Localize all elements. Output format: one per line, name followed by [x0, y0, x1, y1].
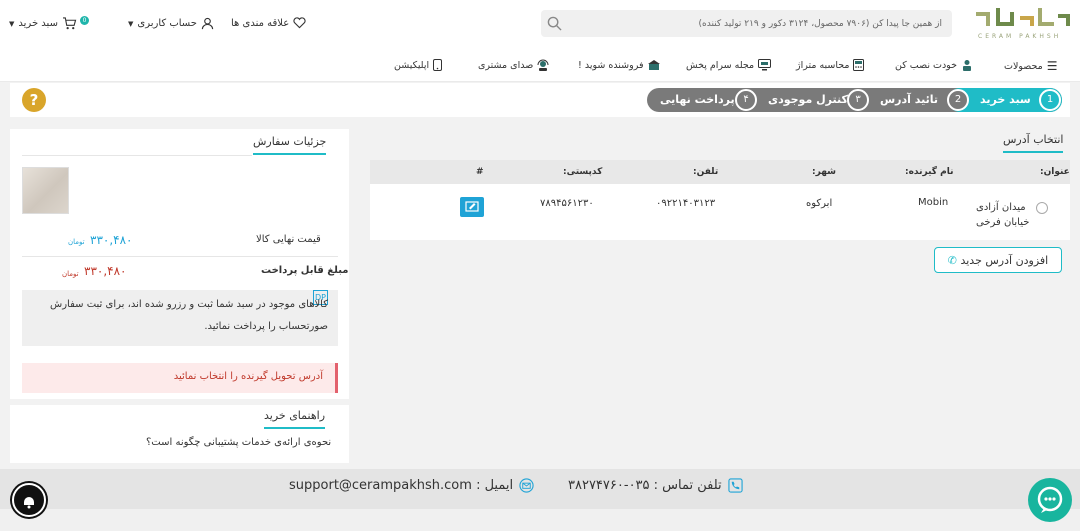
nav-item-magazine[interactable]: مجله سرام پخش: [686, 59, 772, 71]
nav-item-label: صدای مشتری: [478, 59, 534, 71]
payable-value: ۳۳۰,۴۸۰: [84, 264, 127, 278]
monitor-icon: [758, 59, 772, 71]
favorites-link[interactable]: علاقه مندی ها: [231, 17, 306, 29]
final-price-label: قیمت نهایی کالا: [256, 234, 321, 245]
purchase-guide-title: راهنمای خرید: [264, 409, 326, 429]
payable-currency: تومان: [62, 270, 79, 278]
step-1-number: 1: [1039, 89, 1061, 111]
step-4-number: ۴: [735, 89, 757, 111]
nav-item-label: محاسبه متراژ: [796, 59, 850, 71]
add-address-label: افزودن آدرس جدید: [960, 253, 1049, 267]
address-city: ابرکوه: [806, 198, 833, 209]
divider: [22, 155, 252, 156]
address-section-title: انتخاب آدرس: [1003, 133, 1064, 153]
menu-icon: ☰: [1046, 59, 1058, 73]
nav-item-products[interactable]: ☰ محصولات: [1004, 59, 1058, 73]
mobile-icon: [433, 59, 443, 71]
address-table-header: [370, 160, 1070, 184]
user-icon: [201, 17, 214, 30]
column-header-recipient: نام گیرنده:: [905, 167, 954, 177]
address-alert: آدرس تحویل گیرنده را انتخاب نمائید: [22, 363, 338, 393]
help-icon[interactable]: ?: [22, 88, 46, 112]
email-icon: [519, 478, 534, 493]
footer-phone-text: تلفن تماس : ۰۳۵-۳۸۲۷۴۷۶۰: [568, 478, 722, 493]
column-header-actions: #: [476, 167, 484, 177]
nav-item-label: اپلیکیشن: [394, 59, 430, 71]
step-4-label: پرداخت نهایی: [660, 93, 735, 106]
nav-item-label: مجله سرام پخش: [686, 59, 755, 71]
edit-icon: [465, 201, 479, 212]
nav-item-label: خودت نصب کن: [895, 59, 957, 71]
column-header-postal: کدپستی:: [563, 167, 603, 177]
nav-item-app[interactable]: اپلیکیشن: [394, 59, 443, 71]
address-recipient: Mobin: [918, 197, 949, 208]
column-header-city: شهر:: [812, 167, 836, 177]
divider: [22, 256, 338, 257]
nav-item-diy[interactable]: خودت نصب کن: [895, 59, 973, 71]
final-price-value: ۳۳۰,۴۸۰: [90, 233, 133, 247]
footer-email-text: ایمیل : support@cerampakhsh.com: [289, 478, 514, 493]
phone-icon: [728, 478, 743, 493]
account-menu[interactable]: حساب کاربری ▼: [128, 17, 214, 30]
step-2-label: تائید آدرس: [880, 93, 938, 106]
chevron-down-icon: ▼: [9, 19, 15, 28]
address-select-radio[interactable]: [1036, 202, 1048, 214]
cart-icon: [62, 17, 77, 30]
chevron-down-icon: ▼: [128, 19, 134, 28]
search-input[interactable]: [571, 10, 946, 37]
step-3-label: کنترل موجودی: [768, 93, 848, 106]
support-icon: [537, 59, 549, 71]
footer-bottom: [0, 509, 1080, 531]
cart-count-badge: 0: [80, 16, 89, 25]
nav-item-label: فروشنده شوید !: [578, 59, 644, 71]
note-text: کالاهای موجود در سبد شما ثبت و رزرو شده …: [50, 299, 328, 332]
seller-icon: [647, 60, 660, 70]
phone-icon: ✆: [947, 253, 957, 267]
address-title-line2: خیابان فرخی: [976, 217, 1030, 228]
nav-item-calculator[interactable]: محاسبه متراژ: [796, 59, 865, 71]
worker-icon: [962, 60, 971, 71]
heart-icon: [293, 17, 306, 29]
step-3-number: ۳: [847, 89, 869, 111]
edit-address-button[interactable]: [460, 197, 484, 217]
footer-contact-bar: [0, 469, 1080, 509]
nav-item-label: محصولات: [1004, 60, 1043, 72]
logo-subtitle: CERAM PAKHSH: [978, 33, 1062, 40]
footer-email[interactable]: ایمیل : support@cerampakhsh.com: [289, 478, 534, 493]
address-phone: ۰۹۲۲۱۴۰۳۱۲۳: [656, 198, 716, 209]
column-header-phone: تلفن:: [693, 167, 719, 177]
account-label: حساب کاربری: [137, 18, 197, 29]
nav-item-become-seller[interactable]: فروشنده شوید !: [578, 59, 660, 71]
final-price-currency: تومان: [68, 238, 85, 246]
search-bar[interactable]: [541, 10, 952, 37]
cart-button[interactable]: سبد خرید ▼: [9, 17, 77, 30]
address-title-line1: میدان آزادی: [976, 202, 1026, 213]
address-postal: ۷۸۹۴۵۶۱۲۳۰: [540, 198, 594, 209]
product-thumbnail[interactable]: [22, 167, 69, 214]
search-icon[interactable]: [547, 16, 562, 31]
footer-phone[interactable]: تلفن تماس : ۰۳۵-۳۸۲۷۴۷۶۰: [568, 478, 743, 493]
order-details-title: جزئیات سفارش: [253, 135, 327, 155]
step-1-label[interactable]: سبد خرید: [980, 93, 1031, 106]
chat-widget-icon[interactable]: [1028, 478, 1072, 522]
add-address-button[interactable]: ✆ افزودن آدرس جدید: [934, 247, 1062, 273]
payable-label: مبلغ قابل پرداخت: [261, 265, 349, 276]
step-2-number: 2: [947, 89, 969, 111]
reservation-note: DP کالاهای موجود در سبد شما ثبت و رزرو ش…: [22, 290, 338, 346]
guide-item-support[interactable]: نحوه‌ی ارائه‌ی خدمات پشتیبانی چگونه است؟: [146, 437, 331, 448]
cart-label: سبد خرید: [18, 18, 58, 29]
accessibility-icon[interactable]: [12, 483, 46, 517]
favorites-label: علاقه مندی ها: [231, 17, 290, 29]
calculator-icon: [853, 59, 865, 71]
alert-text: آدرس تحویل گیرنده را انتخاب نمائید: [173, 371, 323, 382]
column-header-title: عنوان:: [1040, 167, 1070, 177]
nav-item-customer-voice[interactable]: صدای مشتری: [478, 59, 549, 71]
